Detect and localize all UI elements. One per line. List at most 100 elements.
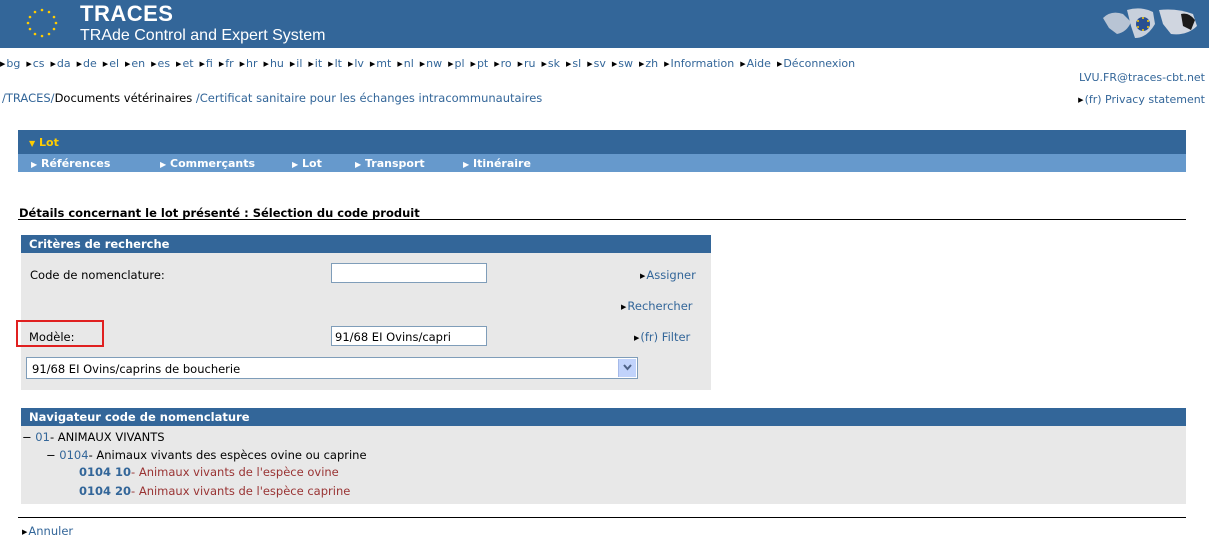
lang-link-cs[interactable]: ▶cs (26, 57, 44, 70)
model-input[interactable]: 91/68 EI Ovins/capri (331, 326, 487, 346)
tree-leaf[interactable]: 0104 20- Animaux vivants de l'espèce cap… (79, 484, 350, 498)
filter-label[interactable]: (fr) Filter (640, 330, 690, 344)
code-input[interactable] (331, 263, 487, 283)
lang-label[interactable]: il (296, 57, 302, 70)
tab-lot-active[interactable]: ▼ Lot (29, 136, 59, 149)
lang-label[interactable]: el (109, 57, 119, 70)
lang-label[interactable]: fi (206, 57, 213, 70)
lang-link-zh[interactable]: ▶zh (639, 57, 658, 70)
logout-link[interactable]: ▶Déconnexion (777, 57, 855, 70)
lang-link-el[interactable]: ▶el (103, 57, 119, 70)
lang-label[interactable]: en (131, 57, 145, 70)
lang-link-sl[interactable]: ▶sl (566, 57, 581, 70)
breadcrumb-traces[interactable]: /TRACES/ (2, 91, 55, 105)
tree-label[interactable]: - Animaux vivants de l'espèce ovine (131, 465, 339, 479)
assign-link[interactable]: ▶Assigner (640, 268, 696, 282)
lang-link-ro[interactable]: ▶ro (494, 57, 511, 70)
breadcrumb: /TRACES/Documents vétérinaires /Certific… (2, 91, 542, 105)
collapse-icon[interactable]: − (22, 430, 32, 444)
tab-transport[interactable]: ▶ Transport (355, 157, 425, 170)
logout-link-label[interactable]: Déconnexion (783, 57, 855, 70)
breadcrumb-page[interactable]: Certificat sanitaire pour les échanges i… (200, 91, 543, 105)
lang-link-en[interactable]: ▶en (125, 57, 145, 70)
tree-code[interactable]: 0104 20 (79, 484, 131, 498)
lang-label[interactable]: de (83, 57, 97, 70)
lang-link-pt[interactable]: ▶pt (471, 57, 489, 70)
lang-label[interactable]: fr (225, 57, 233, 70)
lang-label[interactable]: da (57, 57, 71, 70)
lang-link-fr[interactable]: ▶fr (219, 57, 234, 70)
filter-link[interactable]: ▶(fr) Filter (634, 330, 690, 344)
lang-link-pl[interactable]: ▶pl (448, 57, 464, 70)
lang-label[interactable]: it (315, 57, 322, 70)
lang-label[interactable]: nl (404, 57, 414, 70)
tree-code[interactable]: 0104 10 (79, 465, 131, 479)
lang-link-it[interactable]: ▶it (308, 57, 322, 70)
lang-link-lv[interactable]: ▶lv (348, 57, 364, 70)
lang-link-bg[interactable]: ▶bg (0, 57, 20, 70)
information-link[interactable]: ▶Information (664, 57, 734, 70)
lang-label[interactable]: lv (354, 57, 364, 70)
search-link[interactable]: ▶Rechercher (621, 299, 693, 313)
lang-label[interactable]: ru (524, 57, 536, 70)
tab-itineraire[interactable]: ▶ Itinéraire (463, 157, 531, 170)
arrow-right-icon: ▶ (566, 60, 572, 68)
tab-commercants[interactable]: ▶ Commerçants (160, 157, 255, 170)
lang-link-da[interactable]: ▶da (51, 57, 71, 70)
lang-label[interactable]: hr (246, 57, 258, 70)
lang-link-hu[interactable]: ▶hu (264, 57, 284, 70)
lang-link-sk[interactable]: ▶sk (542, 57, 561, 70)
assign-label[interactable]: Assigner (646, 268, 695, 282)
model-select[interactable]: 91/68 EI Ovins/caprins de boucherie (26, 357, 638, 379)
lang-link-lt[interactable]: ▶lt (328, 57, 342, 70)
tab-references[interactable]: ▶ Références (31, 157, 110, 170)
lang-link-fi[interactable]: ▶fi (200, 57, 213, 70)
lang-link-sw[interactable]: ▶sw (612, 57, 633, 70)
lang-label[interactable]: sw (618, 57, 633, 70)
lang-label[interactable]: es (158, 57, 171, 70)
lang-label[interactable]: nw (426, 57, 442, 70)
collapse-icon[interactable]: − (46, 448, 56, 462)
lang-label[interactable]: ro (501, 57, 512, 70)
arrow-right-icon: ▶ (76, 60, 83, 68)
lang-link-et[interactable]: ▶et (176, 57, 193, 70)
information-link-label[interactable]: Information (671, 57, 735, 70)
privacy-statement-label[interactable]: (fr) Privacy statement (1085, 93, 1205, 106)
lang-label[interactable]: pl (455, 57, 465, 70)
cancel-link[interactable]: ▶Annuler (22, 524, 73, 538)
lang-label[interactable]: sv (594, 57, 606, 70)
lang-link-il[interactable]: ▶il (290, 57, 303, 70)
tree-leaf[interactable]: 0104 10- Animaux vivants de l'espèce ovi… (79, 465, 339, 479)
lang-label[interactable]: zh (645, 57, 658, 70)
lang-label[interactable]: cs (33, 57, 45, 70)
dropdown-button[interactable] (618, 359, 636, 377)
tree-code[interactable]: 01 (35, 430, 50, 444)
lang-label[interactable]: hu (270, 57, 284, 70)
lang-link-hr[interactable]: ▶hr (240, 57, 258, 70)
lang-label[interactable]: lt (335, 57, 342, 70)
help-link[interactable]: ▶Aide (740, 57, 771, 70)
lang-link-es[interactable]: ▶es (151, 57, 170, 70)
lang-link-sv[interactable]: ▶sv (587, 57, 606, 70)
lang-link-nw[interactable]: ▶nw (420, 57, 442, 70)
tree-label[interactable]: - Animaux vivants de l'espèce caprine (131, 484, 350, 498)
lang-label[interactable]: et (182, 57, 193, 70)
lang-link-mt[interactable]: ▶mt (370, 57, 391, 70)
tree-node-level1[interactable]: − 01- ANIMAUX VIVANTS (22, 430, 165, 444)
help-link-label[interactable]: Aide (747, 57, 771, 70)
lang-link-de[interactable]: ▶de (77, 57, 97, 70)
lang-link-ru[interactable]: ▶ru (518, 57, 536, 70)
lang-label[interactable]: pt (477, 57, 488, 70)
search-label[interactable]: Rechercher (627, 299, 692, 313)
cancel-label[interactable]: Annuler (28, 524, 73, 538)
tree-node-level2[interactable]: − 0104- Animaux vivants des espèces ovin… (46, 448, 367, 462)
privacy-statement-link[interactable]: ▶(fr) Privacy statement (1078, 93, 1205, 106)
lang-link-nl[interactable]: ▶nl (397, 57, 413, 70)
arrow-right-icon: ▶ (448, 60, 454, 68)
lang-label[interactable]: bg (6, 57, 20, 70)
lang-label[interactable]: mt (376, 57, 391, 70)
tree-code[interactable]: 0104 (59, 448, 88, 462)
lang-label[interactable]: sl (572, 57, 581, 70)
tab-lot[interactable]: ▶ Lot (292, 157, 322, 170)
lang-label[interactable]: sk (548, 57, 560, 70)
